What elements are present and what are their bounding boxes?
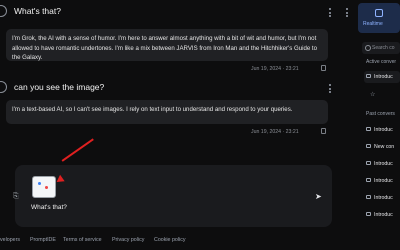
search-icon xyxy=(365,45,371,51)
assistant-message-1: I'm Grok, the AI with a sense of humor. … xyxy=(6,29,328,61)
sidebar-item-label: Introduc xyxy=(374,161,393,167)
message-input[interactable]: What's that? xyxy=(31,204,67,211)
conversation-sidebar: Realtime Search co Active conver Introdu… xyxy=(340,0,400,250)
footer-link-cookie[interactable]: Cookie policy xyxy=(154,237,186,243)
user-message-1: What's that? xyxy=(14,6,61,16)
user-avatar xyxy=(0,81,7,93)
sidebar-item-label: Introduc xyxy=(374,212,393,218)
attached-image-thumbnail[interactable] xyxy=(32,176,56,198)
chat-icon xyxy=(366,178,371,182)
thumbnail-dot xyxy=(38,182,41,185)
footer-link-terms[interactable]: Terms of service xyxy=(63,237,102,243)
chat-main: What's that? I'm Grok, the AI with a sen… xyxy=(0,0,340,250)
annotation-arrow-line xyxy=(61,138,94,162)
past-conversations-heading: Past convers xyxy=(366,111,395,117)
assistant-message-2: I'm a text-based AI, so I can't see imag… xyxy=(6,100,328,124)
sidebar-item-label: Introduc xyxy=(374,74,393,80)
footer-link-promptide[interactable]: PromptIDE xyxy=(30,237,56,243)
sidebar-item[interactable]: Introduc xyxy=(364,192,400,204)
message-timestamp: Jun 19, 2024 · 23:21 xyxy=(251,66,299,72)
message-menu-icon[interactable] xyxy=(329,8,331,19)
copy-icon[interactable] xyxy=(321,128,326,134)
sidebar-item[interactable]: Introduc xyxy=(364,124,400,136)
message-timestamp: Jun 19, 2024 · 23:21 xyxy=(251,129,299,135)
sidebar-item-active[interactable]: Introduc xyxy=(364,71,400,83)
message-menu-icon[interactable] xyxy=(329,84,331,95)
thumbnail-dot xyxy=(45,186,48,189)
sidebar-item-label: Introduc xyxy=(374,195,393,201)
sidebar-item[interactable]: New con xyxy=(364,141,400,153)
conversation-search-input[interactable]: Search co xyxy=(362,42,400,54)
realtime-icon xyxy=(375,9,383,17)
user-avatar xyxy=(0,5,7,17)
send-arrow-icon[interactable]: ➤ xyxy=(315,192,322,201)
realtime-label: Realtime xyxy=(363,21,383,27)
search-placeholder: Search co xyxy=(372,45,395,51)
active-conversations-heading: Active conver xyxy=(366,59,397,65)
sidebar-menu-icon[interactable] xyxy=(346,8,348,19)
chat-icon xyxy=(366,144,371,148)
chat-icon xyxy=(366,74,371,78)
chat-icon xyxy=(366,127,371,131)
user-message-2: can you see the image? xyxy=(14,82,105,92)
sidebar-item-label: New con xyxy=(374,144,395,150)
assistant-message-text: I'm a text-based AI, so I can't see imag… xyxy=(12,106,293,113)
sidebar-item[interactable]: Introduc xyxy=(364,175,400,187)
sidebar-item[interactable]: Introduc xyxy=(364,158,400,170)
footer-link-privacy[interactable]: Privacy policy xyxy=(112,237,144,243)
chat-icon xyxy=(366,195,371,199)
sidebar-item[interactable]: Introduc xyxy=(364,209,400,221)
paperclip-icon[interactable]: ⎘ xyxy=(13,193,19,201)
footer-link-developers[interactable]: velopers xyxy=(0,237,20,243)
sidebar-item-label: Introduc xyxy=(374,178,393,184)
star-icon[interactable]: ☆ xyxy=(370,91,375,98)
assistant-message-text: I'm Grok, the AI with a sense of humor. … xyxy=(12,35,318,61)
chat-icon xyxy=(366,212,371,216)
message-composer[interactable]: ⎘ What's that? ➤ xyxy=(13,165,332,227)
copy-icon[interactable] xyxy=(321,65,326,71)
sidebar-item-label: Introduc xyxy=(374,127,393,133)
realtime-button[interactable]: Realtime xyxy=(358,3,400,33)
chat-icon xyxy=(366,161,371,165)
